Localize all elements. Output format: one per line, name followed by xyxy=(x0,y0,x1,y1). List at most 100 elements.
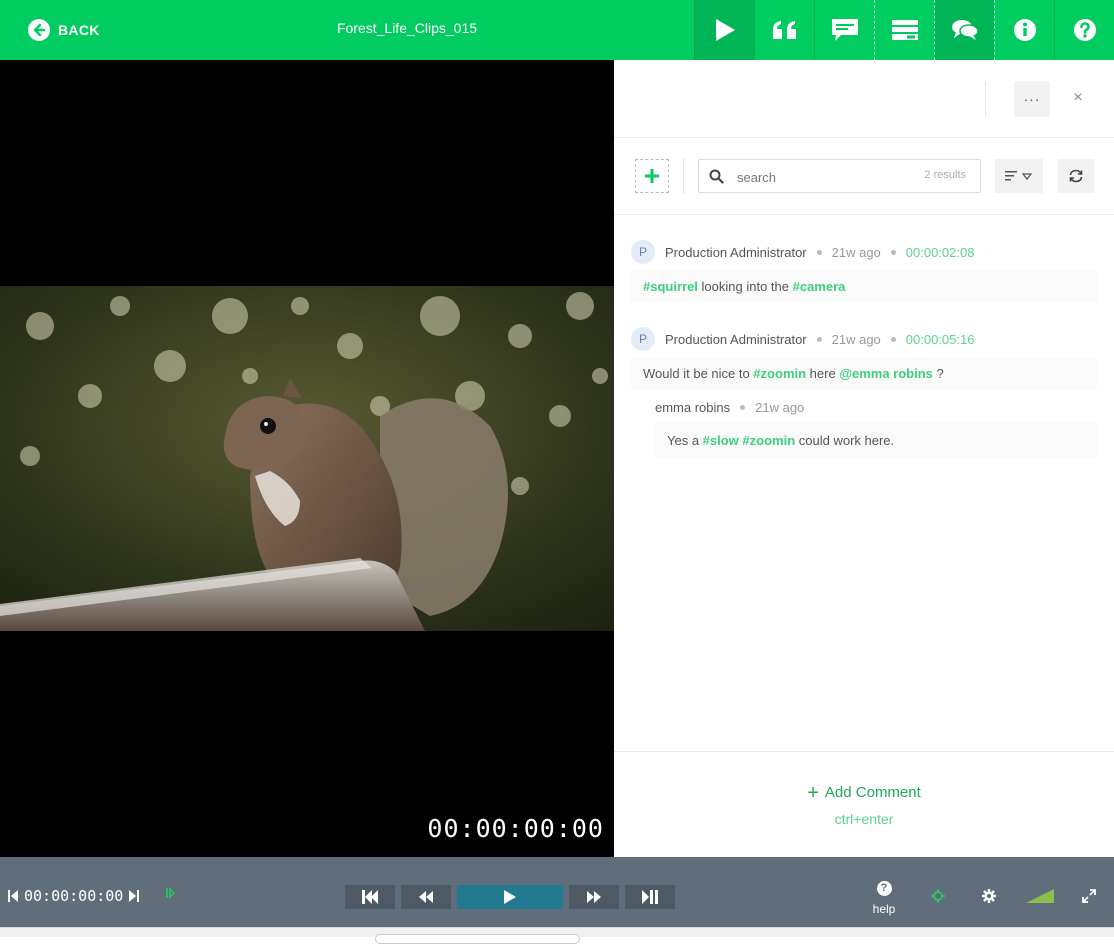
arrow-left-icon xyxy=(28,19,50,41)
video-timecode: 00:00:00:00 xyxy=(427,814,604,843)
separator-dot xyxy=(890,336,896,342)
player-controls: 00:00:00:00 ? help xyxy=(0,857,1114,927)
reply-author: emma robins xyxy=(655,399,731,415)
back-button[interactable]: BACK xyxy=(28,18,100,42)
comments-panel: ··· × 2 results P Production Administrat… xyxy=(614,60,1114,857)
comment-header: P Production Administrator 21w ago 00:00… xyxy=(631,327,974,351)
plus-icon: + xyxy=(807,782,819,804)
player-help-button[interactable]: ? help xyxy=(870,881,898,916)
scroll-pill xyxy=(375,934,580,944)
current-timecode: 00:00:00:00 xyxy=(24,887,124,905)
comment-text: here xyxy=(806,366,840,381)
help-button[interactable] xyxy=(1054,0,1114,60)
play-button[interactable] xyxy=(457,885,563,909)
reply-header: emma robins 21w ago xyxy=(655,397,804,417)
panel-header: ··· × xyxy=(614,60,1114,138)
more-options-button[interactable]: ··· xyxy=(1014,81,1050,117)
fast-forward-button[interactable] xyxy=(569,885,619,909)
avatar: P xyxy=(631,240,655,264)
help-label: help xyxy=(872,902,896,916)
bottom-strip xyxy=(0,927,1114,944)
add-comment-label: Add Comment xyxy=(824,784,921,801)
comment-list: P Production Administrator 21w ago 00:00… xyxy=(614,215,1114,751)
asset-title: Forest_Life_Clips_015 xyxy=(336,20,478,36)
comment-text: looking into the xyxy=(697,279,793,294)
go-to-start-icon[interactable] xyxy=(8,890,18,902)
play-icon xyxy=(715,19,735,41)
previous-clip-button[interactable] xyxy=(345,885,395,909)
top-bar: BACK Forest_Life_Clips_015 xyxy=(0,0,1114,60)
fullscreen-icon[interactable] xyxy=(1081,888,1097,904)
comment-body[interactable]: #squirrel looking into the #camera xyxy=(631,270,1097,302)
add-comment-button[interactable] xyxy=(635,159,669,193)
skip-back-icon xyxy=(362,890,378,904)
shortcut-hint: ctrl+enter xyxy=(834,811,894,827)
sort-button[interactable] xyxy=(995,159,1043,193)
search-box: 2 results xyxy=(698,159,981,193)
comment-time: 21w ago xyxy=(831,244,881,260)
comment-timecode-link[interactable]: 00:00:05:16 xyxy=(906,332,975,347)
search-icon xyxy=(709,169,724,184)
search-result-count: 2 results xyxy=(924,169,966,181)
comment-text: could work here. xyxy=(795,433,895,448)
reply-body[interactable]: Yes a #slow #zoomin could work here. xyxy=(655,423,1097,457)
comment-header: P Production Administrator 21w ago 00:00… xyxy=(631,240,974,264)
go-to-end-icon[interactable] xyxy=(129,890,140,902)
in-out-marker-icon[interactable] xyxy=(165,887,175,902)
refresh-icon xyxy=(1069,169,1083,183)
comment-author: Production Administrator xyxy=(665,331,807,347)
comment-time: 21w ago xyxy=(831,331,881,347)
plus-icon xyxy=(645,169,659,183)
comment-text: ? xyxy=(932,366,944,381)
layout-icon xyxy=(891,20,918,40)
target-icon[interactable] xyxy=(930,888,946,904)
fast-forward-icon xyxy=(587,891,601,903)
comments-toolbar: 2 results xyxy=(614,138,1114,215)
video-frame xyxy=(0,286,614,631)
hashtag[interactable]: #slow xyxy=(703,433,739,448)
separator-dot xyxy=(816,336,822,342)
comment-text: Would it be nice to xyxy=(643,366,754,381)
separator-dot xyxy=(740,404,746,410)
quote-button[interactable] xyxy=(754,0,814,60)
play-icon xyxy=(504,890,516,904)
hashtag[interactable]: #zoomin xyxy=(753,366,806,381)
current-timecode-group: 00:00:00:00 xyxy=(8,887,140,905)
separator-dot xyxy=(890,249,896,255)
comments-icon xyxy=(951,20,979,40)
info-button[interactable] xyxy=(994,0,1054,60)
close-icon[interactable]: × xyxy=(1068,88,1088,108)
search-input[interactable] xyxy=(737,167,897,187)
reply-time: 21w ago xyxy=(755,399,805,415)
video-viewer[interactable]: 00:00:00:00 xyxy=(0,60,614,857)
divider xyxy=(683,158,684,194)
hashtag[interactable]: #zoomin xyxy=(742,433,795,448)
volume-icon[interactable] xyxy=(1026,888,1054,904)
divider xyxy=(985,82,986,116)
mention[interactable]: @emma robins xyxy=(839,366,933,381)
quote-icon xyxy=(772,21,796,39)
gear-icon[interactable] xyxy=(981,888,997,904)
comment-timecode-link[interactable]: 00:00:02:08 xyxy=(906,245,975,260)
add-comment-link[interactable]: + Add Comment xyxy=(614,782,1114,805)
subtitle-icon xyxy=(831,19,858,41)
rewind-icon xyxy=(419,891,433,903)
add-comment-area: + Add Comment ctrl+enter xyxy=(614,751,1114,857)
play-mode-button[interactable] xyxy=(694,0,754,60)
avatar: P xyxy=(631,327,655,351)
subtitle-button[interactable] xyxy=(814,0,874,60)
comment-body[interactable]: Would it be nice to #zoomin here @emma r… xyxy=(631,357,1097,389)
layout-button[interactable] xyxy=(874,0,934,60)
sort-icon xyxy=(1005,171,1033,181)
question-icon: ? xyxy=(876,881,892,896)
next-clip-button[interactable] xyxy=(625,885,675,909)
refresh-button[interactable] xyxy=(1058,159,1094,193)
comments-button[interactable] xyxy=(934,0,994,60)
comment-text: Yes a xyxy=(667,433,703,448)
help-icon xyxy=(1073,19,1096,41)
skip-forward-icon xyxy=(642,890,658,904)
hashtag[interactable]: #camera xyxy=(793,279,846,294)
hashtag[interactable]: #squirrel xyxy=(643,279,698,294)
info-icon xyxy=(1013,19,1036,41)
rewind-button[interactable] xyxy=(401,885,451,909)
